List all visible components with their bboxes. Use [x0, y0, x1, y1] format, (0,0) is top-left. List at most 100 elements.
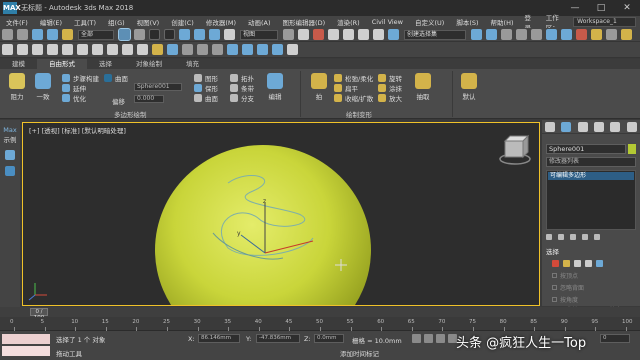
relax-soften-button[interactable]: 松弛/柔化: [334, 73, 373, 83]
rectangular-selection-icon[interactable]: [149, 29, 160, 40]
option-by-vertex[interactable]: 按顶点: [552, 271, 636, 280]
cylinder-icon[interactable]: [62, 44, 73, 55]
menu-create[interactable]: 创建(C): [165, 17, 200, 27]
systems-icon[interactable]: [212, 44, 223, 55]
bind-space-warp-icon[interactable]: [62, 29, 73, 40]
cone-icon[interactable]: [17, 44, 28, 55]
extract-button[interactable]: 抽取: [410, 73, 436, 101]
material-editor-icon[interactable]: [576, 29, 587, 40]
render-setup-icon[interactable]: [591, 29, 602, 40]
menu-edit[interactable]: 编辑(E): [34, 17, 68, 27]
reference-coordinate-select[interactable]: 视图: [240, 29, 278, 40]
time-slider-thumb[interactable]: 0 / 100: [30, 308, 48, 321]
manipulate-icon[interactable]: [298, 29, 309, 40]
element-icon[interactable]: [596, 260, 603, 267]
shapes-button[interactable]: 图形: [194, 73, 218, 83]
torus-icon[interactable]: [92, 44, 103, 55]
mirror-icon[interactable]: [471, 29, 482, 40]
menu-scripting[interactable]: 脚本(S): [450, 17, 484, 27]
add-time-tag[interactable]: 添加时间标记: [340, 348, 379, 358]
x-coordinate-field[interactable]: 86.146mm: [198, 334, 240, 343]
arc-icon[interactable]: [257, 44, 268, 55]
timeline-ruler[interactable]: 0 5 10 15 20 25 30 35 40 45 50 55 60 65 70 75 80 85 90 95 10…: [0, 317, 640, 331]
toggle-ribbon-icon[interactable]: [531, 29, 542, 40]
draw-on-surface-button[interactable]: 曲面: [104, 73, 128, 83]
snaps-toggle-icon[interactable]: [328, 29, 339, 40]
maxscript-output[interactable]: [2, 346, 50, 356]
sphere-icon[interactable]: [32, 44, 43, 55]
geosphere-icon[interactable]: [47, 44, 58, 55]
step-build-button[interactable]: 步骤构建: [62, 73, 99, 83]
polygon-icon[interactable]: [585, 260, 592, 267]
optimize-button[interactable]: 优化: [62, 93, 86, 103]
angle-snap-icon[interactable]: [343, 29, 354, 40]
motion-tab-icon[interactable]: [594, 121, 605, 132]
tab-modeling[interactable]: 建模: [0, 59, 37, 69]
default-button[interactable]: 默认: [456, 73, 482, 101]
tab-object-paint[interactable]: 对象绘制: [124, 59, 174, 69]
surface2-button[interactable]: 曲面: [194, 93, 218, 103]
option-ignore-backfacing[interactable]: 忽略背面: [552, 283, 636, 292]
percent-snap-icon[interactable]: [358, 29, 369, 40]
select-object-icon[interactable]: [118, 28, 131, 41]
offset-input[interactable]: 0.000: [134, 95, 164, 103]
teapot-icon[interactable]: [122, 44, 133, 55]
curve-editor-icon[interactable]: [546, 29, 557, 40]
maxscript-listener-input[interactable]: [2, 334, 50, 344]
named-selection-set[interactable]: 创建选择集: [404, 29, 466, 40]
render-icon[interactable]: [287, 44, 298, 55]
toggle-scene-explorer-icon[interactable]: [501, 29, 512, 40]
noise-button[interactable]: 放大: [378, 93, 402, 103]
shield-icon[interactable]: [5, 166, 15, 176]
topology-button[interactable]: 拓扑: [230, 73, 254, 83]
utilities-tab-icon[interactable]: [626, 121, 637, 132]
place-icon[interactable]: [224, 29, 235, 40]
y-coordinate-field[interactable]: -47.836mm: [256, 334, 300, 343]
edge-icon[interactable]: [563, 260, 570, 267]
helper-icon[interactable]: [182, 44, 193, 55]
menu-views[interactable]: 视图(V): [131, 17, 166, 27]
menu-help[interactable]: 帮助(H): [485, 17, 520, 27]
display-tab-icon[interactable]: [610, 121, 621, 132]
selection-filter[interactable]: 全部: [78, 29, 114, 40]
rotate-brush-button[interactable]: 旋转: [378, 73, 402, 83]
plane-icon[interactable]: [137, 44, 148, 55]
vertex-icon[interactable]: [552, 260, 559, 267]
object-color-swatch[interactable]: [628, 144, 636, 154]
schematic-view-icon[interactable]: [561, 29, 572, 40]
previous-frame-icon[interactable]: [424, 334, 433, 343]
pin-stack-icon[interactable]: [546, 234, 552, 240]
redo-icon[interactable]: [17, 29, 28, 40]
draw-on-object-field[interactable]: Sphere001: [134, 83, 182, 91]
tab-selection[interactable]: 选择: [87, 59, 124, 69]
menu-civil-view[interactable]: Civil View: [366, 18, 409, 26]
undo-icon[interactable]: [2, 29, 13, 40]
extend-button[interactable]: 延伸: [62, 83, 86, 93]
stack-entry-editable-poly[interactable]: 可编辑多边形: [548, 172, 634, 180]
pyramid-icon[interactable]: [107, 44, 118, 55]
edit-named-selection-icon[interactable]: [388, 29, 399, 40]
move-icon[interactable]: [179, 29, 190, 40]
keyboard-shortcut-icon[interactable]: [313, 29, 324, 40]
toggle-layer-explorer-icon[interactable]: [516, 29, 527, 40]
light-icon[interactable]: [152, 44, 163, 55]
camera-icon[interactable]: [167, 44, 178, 55]
show-end-result-icon[interactable]: [558, 234, 564, 240]
flatten-button[interactable]: 扁平: [334, 83, 358, 93]
tube-icon[interactable]: [77, 44, 88, 55]
tab-populate[interactable]: 填充: [174, 59, 211, 69]
create-tab-icon[interactable]: [545, 121, 556, 132]
play-icon[interactable]: [436, 334, 445, 343]
configure-sets-icon[interactable]: [594, 234, 600, 240]
menu-file[interactable]: 文件(F): [0, 17, 34, 27]
time-slider-bar[interactable]: 0 / 100: [0, 307, 640, 321]
tab-freeform[interactable]: 自由形式: [37, 59, 87, 69]
scale-icon[interactable]: [209, 29, 220, 40]
shift-button[interactable]: 拍: [306, 73, 332, 101]
remove-modifier-icon[interactable]: [582, 234, 588, 240]
menu-group[interactable]: 组(G): [102, 17, 131, 27]
render-production-icon[interactable]: [621, 29, 632, 40]
current-frame-field[interactable]: 0: [600, 334, 630, 343]
unlink-icon[interactable]: [47, 29, 58, 40]
border-icon[interactable]: [574, 260, 581, 267]
